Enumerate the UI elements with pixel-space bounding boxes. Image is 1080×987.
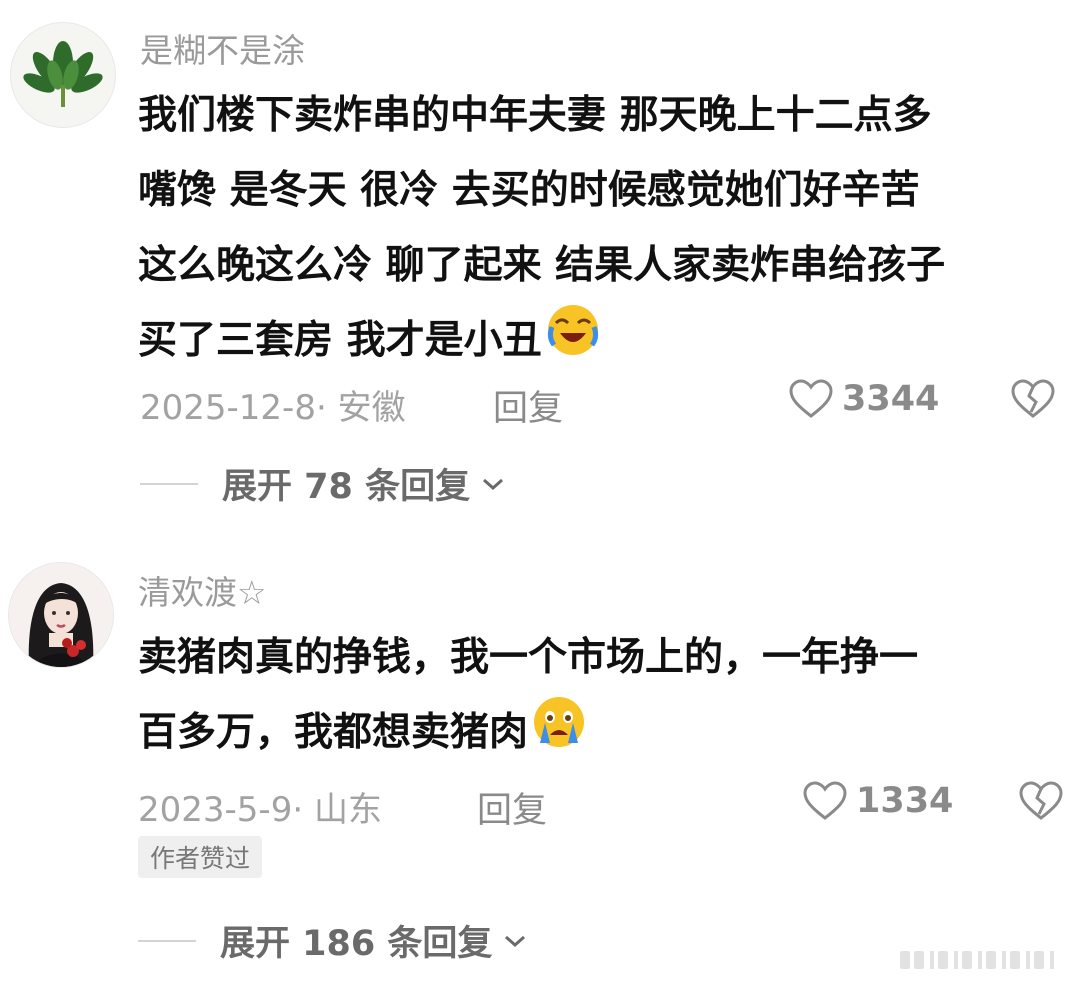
- plant-avatar-image: [11, 23, 115, 127]
- username[interactable]: 清欢渡☆: [138, 566, 267, 614]
- chevron-down-icon: [505, 935, 526, 947]
- like-count: 1334: [856, 781, 954, 821]
- comment-line: 嘴馋 是冬天 很冷 去买的时候感觉她们好辛苦: [138, 168, 920, 213]
- comment-line: 这么晚这么冷 聊了起来 结果人家卖炸串给孩子: [138, 243, 946, 288]
- dislike-button[interactable]: [1018, 780, 1064, 826]
- like-button[interactable]: 3344: [788, 378, 939, 420]
- expand-replies-label: 展开 186 条回复: [220, 924, 493, 964]
- broken-heart-icon: [1019, 781, 1063, 820]
- date-location: 2023-5-9· 山东: [138, 790, 382, 830]
- divider-dash: [138, 939, 196, 942]
- date-location: 2025-12-8· 安徽: [140, 388, 406, 428]
- chevron-down-icon: [483, 478, 504, 490]
- comment-text: 卖猪肉真的挣钱，我一个市场上的，一年挣一 百多万，我都想卖猪肉: [138, 620, 1058, 774]
- avatar-plant[interactable]: [10, 22, 116, 128]
- comment-text: 我们楼下卖炸串的中年夫妻 那天晚上十二点多 嘴馋 是冬天 很冷 去买的时候感觉她…: [138, 78, 1058, 382]
- comment-line: 卖猪肉真的挣钱，我一个市场上的，一年挣一: [138, 635, 919, 680]
- reply-button[interactable]: 回复: [477, 782, 547, 833]
- reply-button[interactable]: 回复: [493, 380, 563, 431]
- like-button[interactable]: 1334: [802, 780, 953, 822]
- like-count: 3344: [842, 379, 940, 419]
- expand-replies-button[interactable]: 展开 78 条回复: [140, 458, 506, 509]
- watermark-logo-icon: [900, 951, 1054, 969]
- laughing-crying-emoji: [546, 303, 600, 382]
- watermark: [900, 947, 1060, 973]
- expand-replies-button[interactable]: 展开 186 条回复: [138, 915, 528, 966]
- crying-emoji: [532, 695, 586, 774]
- girl-avatar-image: [9, 563, 113, 667]
- expand-replies-label: 展开 78 条回复: [222, 467, 471, 507]
- author-liked-badge: 作者赞过: [138, 836, 263, 878]
- divider-dash: [140, 482, 198, 485]
- heart-icon: [789, 379, 833, 418]
- comment-line: 买了三套房 我才是小丑: [138, 318, 542, 363]
- username[interactable]: 是糊不是涂: [140, 24, 305, 72]
- dislike-button[interactable]: [1010, 378, 1056, 424]
- broken-heart-icon: [1011, 379, 1055, 418]
- avatar-girl[interactable]: [8, 562, 114, 668]
- heart-icon: [803, 781, 847, 820]
- comment-line: 我们楼下卖炸串的中年夫妻 那天晚上十二点多: [138, 93, 932, 138]
- comment-line: 百多万，我都想卖猪肉: [138, 710, 529, 755]
